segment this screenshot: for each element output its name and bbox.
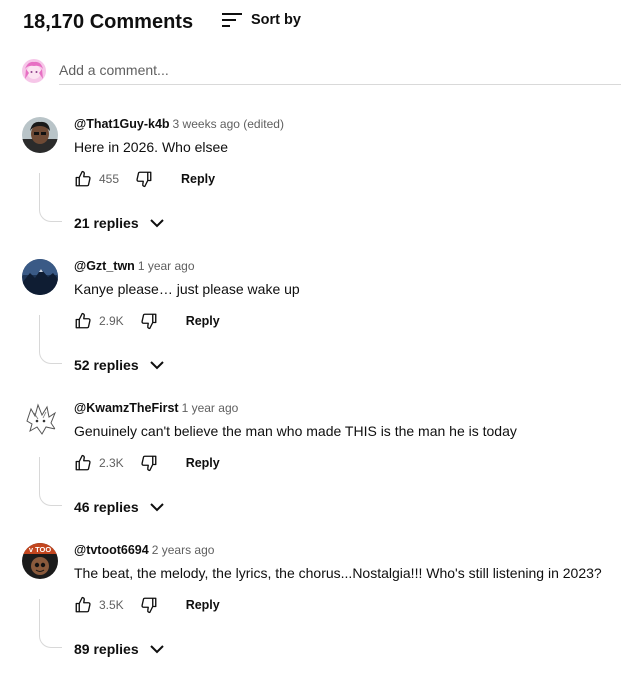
sort-by-label: Sort by	[251, 12, 301, 28]
comment-text: Here in 2026. Who elsee	[74, 139, 229, 155]
chevron-down-icon	[149, 215, 165, 231]
replies-count-label: 46 replies	[74, 499, 139, 515]
commenter-avatar: v TOO	[22, 543, 58, 579]
chevron-down-icon	[149, 641, 165, 657]
thread-line	[39, 457, 62, 506]
like-icon[interactable]	[74, 596, 92, 614]
thread-line	[39, 599, 62, 648]
replies-count-label: 21 replies	[74, 215, 139, 231]
comment-time: 1 year ago	[137, 259, 195, 273]
comment-author[interactable]: @That1Guy-k4b	[74, 117, 170, 131]
comment-text: Genuinely can't believe the man who made…	[74, 423, 517, 439]
thread-line	[39, 315, 62, 364]
commenter-avatar	[22, 259, 58, 295]
comment-actions: 2.3K Reply	[74, 451, 220, 475]
commenter-avatar	[22, 401, 58, 437]
comment-meta: @tvtoot6694 2 years ago	[74, 543, 214, 557]
comment-actions: 455 Reply	[74, 167, 215, 191]
comments-header: 18,170 Comments Sort by	[23, 8, 622, 38]
dislike-icon[interactable]	[140, 596, 158, 614]
chevron-down-icon	[149, 499, 165, 515]
reply-button[interactable]: Reply	[186, 598, 220, 612]
comment-author[interactable]: @KwamzTheFirst	[74, 401, 179, 415]
comment-meta: @That1Guy-k4b 3 weeks ago (edited)	[74, 117, 284, 131]
replies-count-label: 52 replies	[74, 357, 139, 373]
reply-button[interactable]: Reply	[181, 172, 215, 186]
dislike-icon[interactable]	[140, 454, 158, 472]
view-replies-button[interactable]: 52 replies	[74, 354, 165, 376]
current-user-avatar	[22, 59, 46, 83]
comment-time: 2 years ago	[151, 543, 215, 557]
add-comment-row: Add a comment...	[22, 58, 622, 86]
like-icon[interactable]	[74, 454, 92, 472]
sort-lines-icon	[221, 11, 243, 29]
comment-author[interactable]: @Gzt_twn	[74, 259, 135, 273]
like-count: 3.5K	[99, 598, 124, 612]
commenter-avatar	[22, 117, 58, 153]
comment-text: Kanye please… just please wake up	[74, 281, 300, 297]
view-replies-button[interactable]: 46 replies	[74, 496, 165, 518]
avatar-logo-text: v TOO	[29, 545, 52, 554]
add-comment-input[interactable]: Add a comment...	[59, 58, 621, 85]
comment-actions: 3.5K Reply	[74, 593, 220, 617]
reply-button[interactable]: Reply	[186, 456, 220, 470]
like-count: 455	[99, 172, 120, 186]
comment-author[interactable]: @tvtoot6694	[74, 543, 149, 557]
comment-item: @KwamzTheFirst 1 year ago Genuinely can't…	[22, 401, 622, 543]
like-icon[interactable]	[74, 312, 92, 330]
like-count: 2.9K	[99, 314, 124, 328]
dislike-icon[interactable]	[135, 170, 153, 188]
comment-meta: @KwamzTheFirst 1 year ago	[74, 401, 238, 415]
comment-time: 1 year ago	[181, 401, 239, 415]
comment-count: 18,170 Comments	[23, 11, 194, 33]
comment-item: @Gzt_twn 1 year ago Kanye please… just pl…	[22, 259, 622, 401]
comment-actions: 2.9K Reply	[74, 309, 220, 333]
like-count: 2.3K	[99, 456, 124, 470]
comments-section: 18,170 Comments Sort by Add a comment...…	[0, 0, 622, 675]
view-replies-button[interactable]: 21 replies	[74, 212, 165, 234]
sort-by-button[interactable]: Sort by	[221, 9, 301, 31]
comment-text: The beat, the melody, the lyrics, the ch…	[74, 565, 602, 581]
reply-button[interactable]: Reply	[186, 314, 220, 328]
like-icon[interactable]	[74, 170, 92, 188]
thread-line	[39, 173, 62, 222]
comment-time: 3 weeks ago (edited)	[172, 117, 284, 131]
replies-count-label: 89 replies	[74, 641, 139, 657]
dislike-icon[interactable]	[140, 312, 158, 330]
chevron-down-icon	[149, 357, 165, 373]
comment-meta: @Gzt_twn 1 year ago	[74, 259, 195, 273]
comment-item: @That1Guy-k4b 3 weeks ago (edited) Here i…	[22, 117, 622, 259]
view-replies-button[interactable]: 89 replies	[74, 638, 165, 660]
comment-item: v TOO @tvtoot6694 2 years ago The beat, t…	[22, 543, 622, 675]
